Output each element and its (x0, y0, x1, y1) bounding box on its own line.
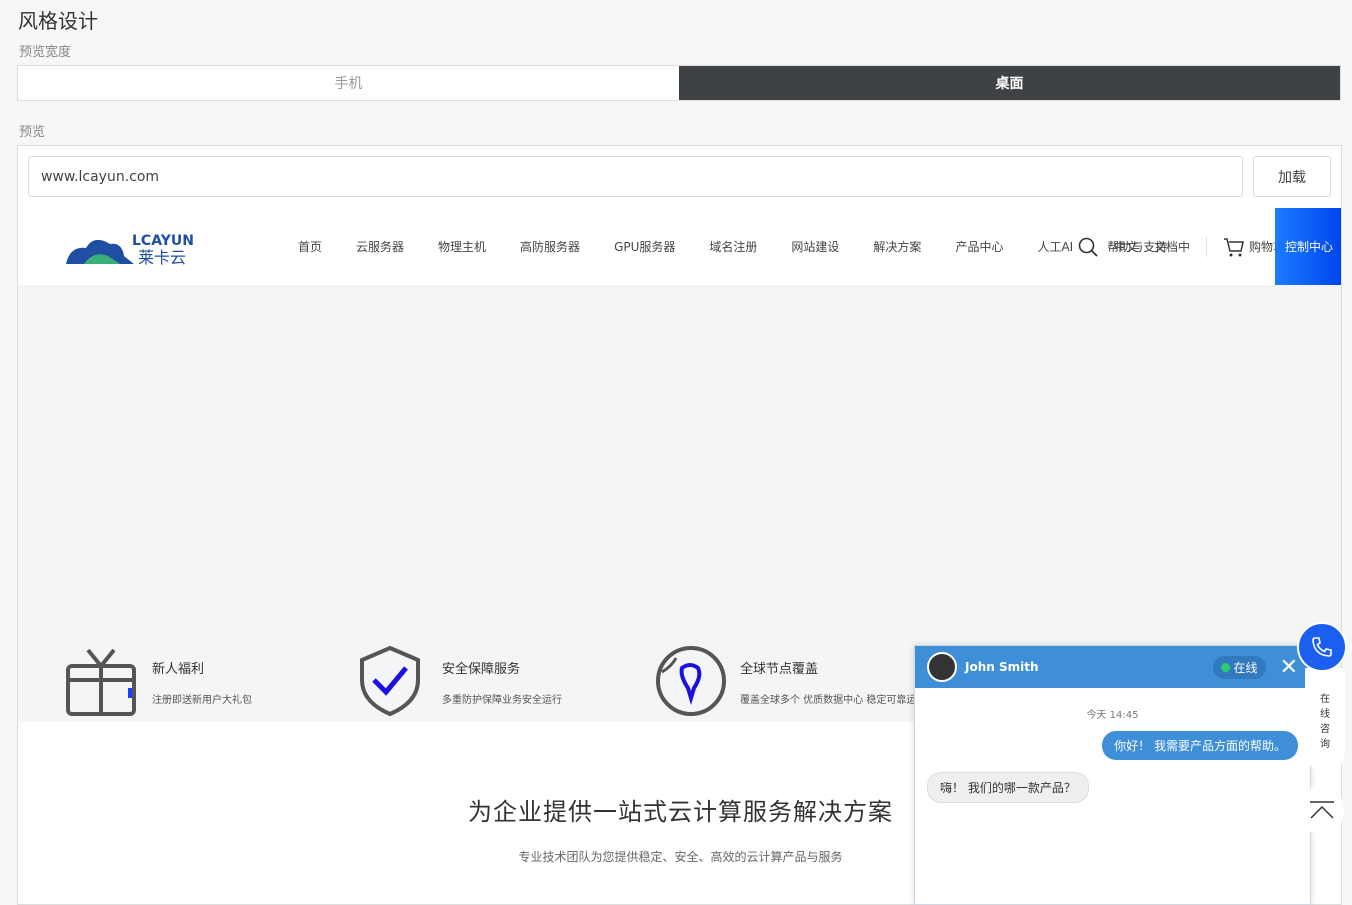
preview-width-toggle: 手机 桌面 (17, 65, 1341, 101)
feature-title: 安全保障服务 (442, 662, 521, 677)
gift-icon (66, 648, 136, 716)
feature-subtitle: 注册即送新用户大礼包 (152, 695, 252, 706)
user-message: 你好！ 我需要产品方面的帮助。 (1102, 731, 1298, 760)
consult-char: 在 (1320, 694, 1330, 705)
preview-label: 预览 (19, 125, 46, 140)
globe-icon (656, 646, 726, 716)
menu-item-ddos-server[interactable]: 高防服务器 (520, 238, 580, 255)
docs-link[interactable]: 文档中 (1154, 238, 1190, 255)
mobile-option[interactable]: 手机 (18, 66, 679, 100)
menu-item-gpu-server[interactable]: GPU服务器 (614, 238, 675, 255)
back-to-top-button[interactable] (1300, 785, 1344, 835)
menu-item-physical-host[interactable]: 物理主机 (438, 238, 486, 255)
cloud-logo-icon: LCAYUN 莱卡云 (66, 233, 194, 267)
desktop-option[interactable]: 桌面 (679, 66, 1340, 100)
site-navbar: LCAYUN 莱卡云 首页 云服务器 物理主机 高防服务器 GPU服务器 域名注… (18, 208, 1341, 285)
consult-char: 线 (1320, 709, 1330, 720)
feature-subtitle: 覆盖全球多个 优质数据中心 稳定可靠运行 (740, 695, 927, 706)
arrow-up-icon (1310, 801, 1334, 819)
phone-button[interactable] (1297, 622, 1347, 672)
feature-item: 全球节点覆盖 覆盖全球多个 优质数据中心 稳定可靠运行 (654, 644, 926, 718)
menu-item-website[interactable]: 网站建设 (791, 238, 839, 255)
menu-item-domain[interactable]: 域名注册 (709, 238, 757, 255)
chat-header: John Smith 在线 ✕ (915, 646, 1310, 688)
divider (1206, 236, 1208, 257)
language-link[interactable]: 中文 (1114, 238, 1138, 255)
consult-char: 询 (1320, 739, 1330, 750)
feature-item: 安全保障服务 多重防护保障业务安全运行 (358, 644, 562, 718)
preview-width-label: 预览宽度 (19, 45, 72, 60)
online-dot-icon (1220, 662, 1230, 672)
site-logo[interactable]: LCAYUN 莱卡云 (64, 228, 214, 268)
chat-timestamp: 今天 14:45 (1086, 710, 1139, 721)
search-icon[interactable] (1078, 237, 1098, 257)
shield-check-icon (360, 645, 420, 717)
page-title: 风格设计 (18, 9, 98, 33)
chat-widget: John Smith 在线 ✕ 今天 14:45 你好！ 我需要产品方面的帮助。… (914, 645, 1311, 905)
menu-item-products[interactable]: 产品中心 (955, 238, 1003, 255)
agent-name: John Smith (965, 660, 1039, 674)
cart-icon (1224, 237, 1244, 256)
logo-text-en: LCAYUN (132, 233, 194, 249)
logo-text-cn: 莱卡云 (138, 248, 186, 267)
menu-item-cloud-server[interactable]: 云服务器 (356, 238, 404, 255)
load-button[interactable]: 加载 (1253, 156, 1331, 197)
hero-banner (18, 285, 1341, 638)
menu-item-solutions[interactable]: 解决方案 (873, 238, 921, 255)
menu-item-home[interactable]: 首页 (298, 238, 322, 255)
status-badge: 在线 (1212, 655, 1266, 679)
feature-title: 新人福利 (152, 662, 205, 677)
phone-icon (1312, 637, 1332, 657)
close-icon[interactable]: ✕ (1280, 655, 1298, 680)
status-text: 在线 (1233, 660, 1258, 675)
console-button[interactable]: 控制中心 (1275, 208, 1341, 285)
site-menu: 首页 云服务器 物理主机 高防服务器 GPU服务器 域名注册 网站建设 解决方案… (298, 208, 1201, 285)
agent-message: 嗨！ 我们的哪一款产品？ (927, 772, 1089, 803)
online-consult-tab[interactable]: 在 线 咨 询 (1305, 668, 1345, 772)
url-input[interactable] (28, 156, 1243, 197)
feature-subtitle: 多重防护保障业务安全运行 (442, 695, 562, 706)
menu-item-ai[interactable]: 人工AI (1037, 238, 1073, 255)
feature-item: 新人福利 注册即送新用户大礼包 (64, 644, 252, 718)
avatar (927, 652, 957, 682)
feature-title: 全球节点覆盖 (740, 662, 819, 677)
consult-char: 咨 (1320, 724, 1330, 735)
